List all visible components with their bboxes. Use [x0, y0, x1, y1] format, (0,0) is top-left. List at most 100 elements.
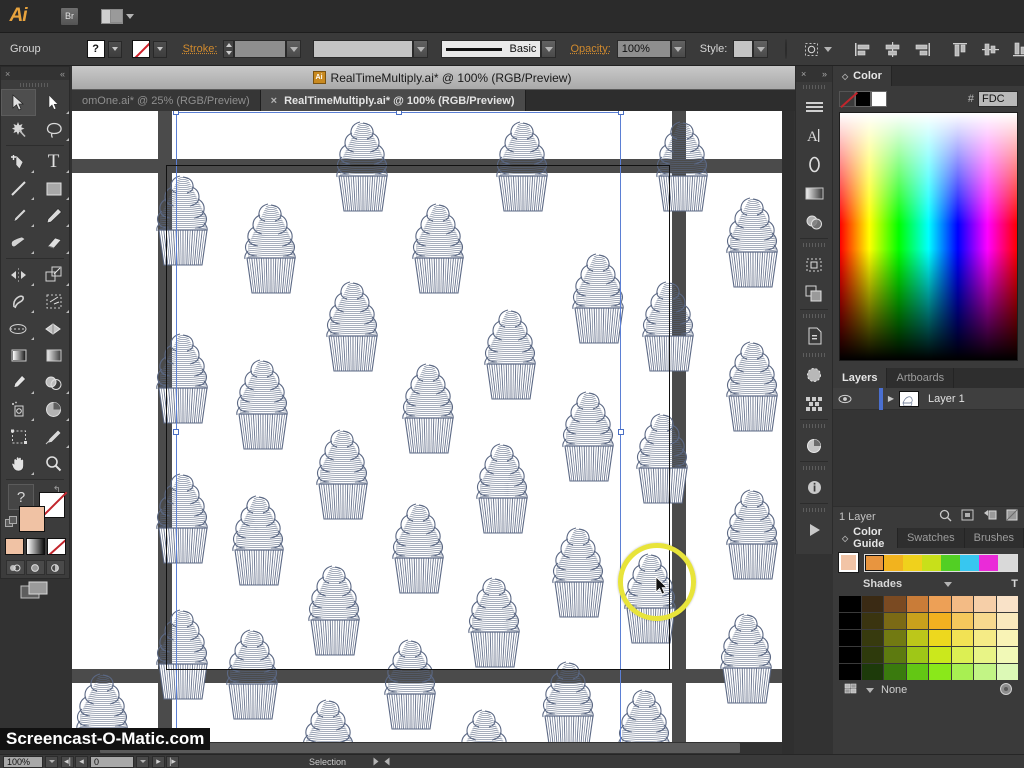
artboard-tool[interactable]: [1, 423, 36, 450]
stroke-profile-field[interactable]: [313, 40, 413, 58]
collapse-icon[interactable]: «: [60, 69, 65, 79]
paragraph-panel-icon[interactable]: [796, 92, 832, 121]
symbols-panel-icon[interactable]: [796, 389, 832, 418]
variation-swatch[interactable]: [907, 630, 929, 646]
lasso-tool[interactable]: [36, 116, 71, 143]
panel-menu-icon[interactable]: ◇: [842, 534, 848, 543]
eyedropper-tool[interactable]: [1, 369, 36, 396]
dock-grip[interactable]: [796, 463, 832, 473]
hand-tool[interactable]: [1, 450, 36, 477]
links-panel-icon[interactable]: [796, 473, 832, 502]
variation-swatch[interactable]: [952, 630, 974, 646]
variation-swatch[interactable]: [974, 613, 996, 629]
actions-panel-icon[interactable]: [796, 515, 832, 544]
cupcake-item[interactable]: [157, 334, 207, 423]
color-fill-mode-button[interactable]: [5, 538, 24, 555]
tab-brushes[interactable]: Brushes: [965, 528, 1024, 548]
gradient-mode-button[interactable]: [26, 538, 45, 555]
default-colors-icon[interactable]: [5, 516, 18, 529]
type-tool[interactable]: T: [36, 148, 71, 175]
tab-color[interactable]: ◇ Color: [833, 66, 892, 86]
fill-dropdown[interactable]: [108, 41, 122, 58]
blob-brush-tool[interactable]: [1, 229, 36, 256]
draw-normal-button[interactable]: [6, 560, 25, 575]
variation-swatch[interactable]: [952, 664, 974, 680]
variation-swatch[interactable]: [884, 596, 906, 612]
chevron-down-icon[interactable]: [944, 582, 952, 587]
variation-swatch[interactable]: [862, 596, 884, 612]
scale-tool[interactable]: [36, 261, 71, 288]
panel-menu-icon[interactable]: ◇: [842, 72, 848, 81]
fill-swatch-button[interactable]: ?: [87, 40, 105, 58]
layer-row[interactable]: ▶ Layer 1: [833, 388, 1024, 410]
last-artboard-button[interactable]: |▸: [166, 756, 179, 768]
cupcake-item[interactable]: [233, 496, 283, 585]
variation-swatch[interactable]: [884, 647, 906, 663]
cupcake-item[interactable]: [157, 176, 207, 265]
dock-grip[interactable]: [796, 505, 832, 515]
tab-layers[interactable]: Layers: [833, 368, 887, 388]
appearance-panel-icon[interactable]: [796, 360, 832, 389]
gradient-panel-icon[interactable]: [796, 179, 832, 208]
cupcake-item[interactable]: [573, 254, 623, 343]
harmony-swatch[interactable]: [922, 555, 941, 571]
variation-swatch[interactable]: [862, 613, 884, 629]
align-left-icon[interactable]: [854, 42, 871, 57]
width-tool[interactable]: [1, 288, 36, 315]
rotate-tool[interactable]: [1, 261, 36, 288]
cupcake-item[interactable]: [317, 430, 367, 519]
stroke-weight-label[interactable]: Stroke:: [183, 43, 218, 55]
magic-wand-tool[interactable]: [1, 116, 36, 143]
dock-grip[interactable]: [796, 350, 832, 360]
layer-name[interactable]: Layer 1: [928, 393, 965, 405]
chevron-right-icon[interactable]: [374, 758, 379, 766]
variation-swatch[interactable]: [974, 630, 996, 646]
line-segment-tool[interactable]: [1, 175, 36, 202]
harmony-swatch[interactable]: [979, 555, 998, 571]
variation-swatch[interactable]: [929, 596, 951, 612]
variation-swatch[interactable]: [907, 664, 929, 680]
style-swatch[interactable]: [733, 40, 753, 58]
selection-handle[interactable]: [173, 429, 179, 435]
locate-object-icon[interactable]: [939, 509, 952, 525]
selection-tool[interactable]: [1, 89, 36, 116]
stroke-weight-field[interactable]: [234, 40, 286, 58]
tab-swatches[interactable]: Swatches: [898, 528, 965, 548]
tab-color-guide[interactable]: ◇ Color Guide: [833, 528, 898, 548]
variation-swatch[interactable]: [952, 613, 974, 629]
character-panel-icon[interactable]: A: [796, 121, 832, 150]
variation-swatch[interactable]: [907, 596, 929, 612]
rectangle-tool[interactable]: [36, 175, 71, 202]
eye-icon[interactable]: [833, 394, 857, 404]
cupcake-item[interactable]: [727, 342, 777, 431]
color-black-swatch[interactable]: [855, 91, 871, 107]
chevron-right-icon[interactable]: ▶: [883, 394, 899, 403]
artboards-panel-icon[interactable]: [796, 250, 832, 279]
cupcake-item[interactable]: [543, 662, 593, 751]
cupcake-item[interactable]: [721, 614, 771, 703]
cupcake-item[interactable]: [403, 364, 453, 453]
next-artboard-button[interactable]: ▸: [152, 756, 165, 768]
eraser-tool[interactable]: [36, 229, 71, 256]
close-icon[interactable]: ×: [5, 69, 10, 79]
cupcake-item[interactable]: [237, 360, 287, 449]
gradient-panel-tool[interactable]: [36, 342, 71, 369]
pencil-tool[interactable]: [36, 202, 71, 229]
color-none-swatch[interactable]: [839, 91, 855, 107]
first-artboard-button[interactable]: ◂|: [61, 756, 74, 768]
dock-grip[interactable]: [796, 82, 832, 92]
variation-swatch[interactable]: [839, 630, 861, 646]
zoom-level-field[interactable]: 100%: [3, 756, 43, 768]
variation-swatch[interactable]: [974, 596, 996, 612]
variation-swatch[interactable]: [907, 613, 929, 629]
close-icon[interactable]: ×: [271, 95, 277, 107]
variation-swatch[interactable]: [839, 613, 861, 629]
harmony-swatch[interactable]: [884, 555, 903, 571]
transparency-panel-icon[interactable]: [796, 208, 832, 237]
stroke-swatch-button[interactable]: [132, 40, 150, 58]
harmony-swatch[interactable]: [998, 555, 1017, 571]
variation-swatch[interactable]: [929, 630, 951, 646]
variation-swatch[interactable]: [884, 630, 906, 646]
limit-color-group-icon[interactable]: [844, 683, 859, 698]
stroke-weight-dropdown[interactable]: [286, 40, 301, 58]
